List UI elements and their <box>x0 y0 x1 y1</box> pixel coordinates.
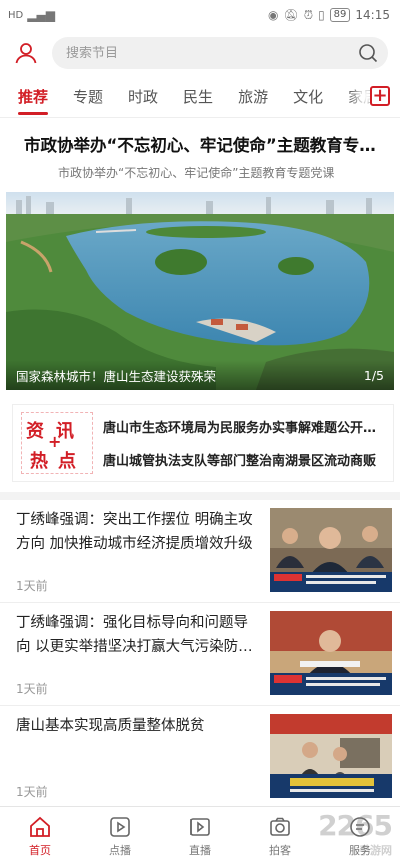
play-icon <box>110 817 130 837</box>
hot-news-logo: 资 讯 + 热 点 <box>21 412 93 474</box>
add-channel-icon[interactable]: + <box>370 86 390 106</box>
news-title: 丁绣峰强调：强化目标导向和问题导向 以更实举措坚决打赢大气污染防治攻坚战 <box>16 615 253 655</box>
eye-icon: ◉ <box>267 8 279 22</box>
channel-tabs: 推荐 专题 时政 民生 旅游 文化 家居 + <box>0 76 400 118</box>
headline-subtitle: 市政协举办“不忘初心、牢记使命”主题教育专题党课 <box>58 166 335 180</box>
search-input[interactable] <box>66 45 358 61</box>
section-divider <box>0 492 400 500</box>
top-bar <box>0 30 400 76</box>
news-item[interactable]: 唐山基本实现高质量整体脱贫 1天前 <box>0 706 400 809</box>
news-time: 1天前 <box>16 682 48 696</box>
news-item[interactable]: 丁绣峰强调：突出工作摆位 明确主攻方向 加快推动城市经济提质增效升级 1天前 <box>0 500 400 603</box>
news-thumbnail <box>270 508 392 592</box>
tab-politics[interactable]: 时政 <box>128 77 158 117</box>
news-title: 丁绣峰强调：突出工作摆位 明确主攻方向 加快推动城市经济提质增效升级 <box>16 512 253 552</box>
live-icon <box>190 818 210 836</box>
camera-icon <box>270 817 290 836</box>
tabbar-label: 直播 <box>189 844 211 857</box>
news-item[interactable]: 丁绣峰强调：强化目标导向和问题导向 以更实举措坚决打赢大气污染防治攻坚战 1天前 <box>0 603 400 706</box>
banner-carousel[interactable]: 国家森林城市！唐山生态建设获殊荣 1/5 <box>6 192 394 390</box>
hot-news-item[interactable]: 唐山城管执法支队等部门整治南湖景区流动商贩 <box>103 450 393 469</box>
home-icon <box>30 816 50 837</box>
search-icon[interactable] <box>358 43 378 63</box>
bottom-tab-bar: 首页 点播 直播 拍客 服务 2265 手游网 <box>0 806 400 866</box>
tabbar-label: 点播 <box>109 844 131 857</box>
news-thumbnail <box>270 611 392 695</box>
tab-topics[interactable]: 专题 <box>73 77 103 117</box>
tabbar-label: 拍客 <box>269 844 291 857</box>
hot-news-item[interactable]: 唐山市生态环境局为民服务办实事解难题公开承诺 <box>103 417 393 436</box>
banner-caption: 国家森林城市！唐山生态建设获殊荣 1/5 <box>6 360 394 390</box>
signal-icon: ▂▄▆ <box>27 8 55 22</box>
hot-news-block: 资 讯 + 热 点 唐山市生态环境局为民服务办实事解难题公开承诺 唐山城管执法支… <box>12 404 394 482</box>
user-icon[interactable] <box>12 39 40 67</box>
mute-icon: 🔕︎ <box>283 8 299 22</box>
clock: 14:15 <box>355 8 390 22</box>
tab-livelihood[interactable]: 民生 <box>183 77 213 117</box>
news-thumbnail <box>270 714 392 798</box>
alarm-icon: ⏰︎ <box>303 7 314 22</box>
vibrate-icon: ▯ <box>318 8 325 22</box>
tab-travel[interactable]: 旅游 <box>238 77 268 117</box>
headline[interactable]: 市政协举办“不忘初心、牢记使命”主题教育专题党课 市政协举办“不忘初心、牢记使命… <box>0 118 400 192</box>
banner-caption-text: 国家森林城市！唐山生态建设获殊荣 <box>16 368 217 384</box>
tab-recommend[interactable]: 推荐 <box>18 77 49 117</box>
tabbar-home[interactable]: 首页 <box>0 807 80 866</box>
tab-culture[interactable]: 文化 <box>293 77 323 117</box>
headline-title: 市政协举办“不忘初心、牢记使命”主题教育专题党课 <box>24 136 380 155</box>
news-title: 唐山基本实现高质量整体脱贫 <box>16 718 205 734</box>
carrier-label: HD <box>8 9 24 21</box>
news-time: 1天前 <box>16 785 48 799</box>
tabbar-shoot[interactable]: 拍客 <box>240 807 320 866</box>
tabbar-vod[interactable]: 点播 <box>80 807 160 866</box>
banner-pager: 1/5 <box>363 367 384 383</box>
tabbar-live[interactable]: 直播 <box>160 807 240 866</box>
tabbar-label: 首页 <box>29 844 51 857</box>
site-watermark: 2265 手游网 <box>318 809 393 857</box>
news-time: 1天前 <box>16 579 48 593</box>
status-bar: HD ▂▄▆ ◉ 🔕︎ ⏰︎ ▯ 89 14:15 <box>0 0 400 30</box>
battery-icon: 89 <box>329 8 351 22</box>
search-box[interactable] <box>52 37 388 69</box>
